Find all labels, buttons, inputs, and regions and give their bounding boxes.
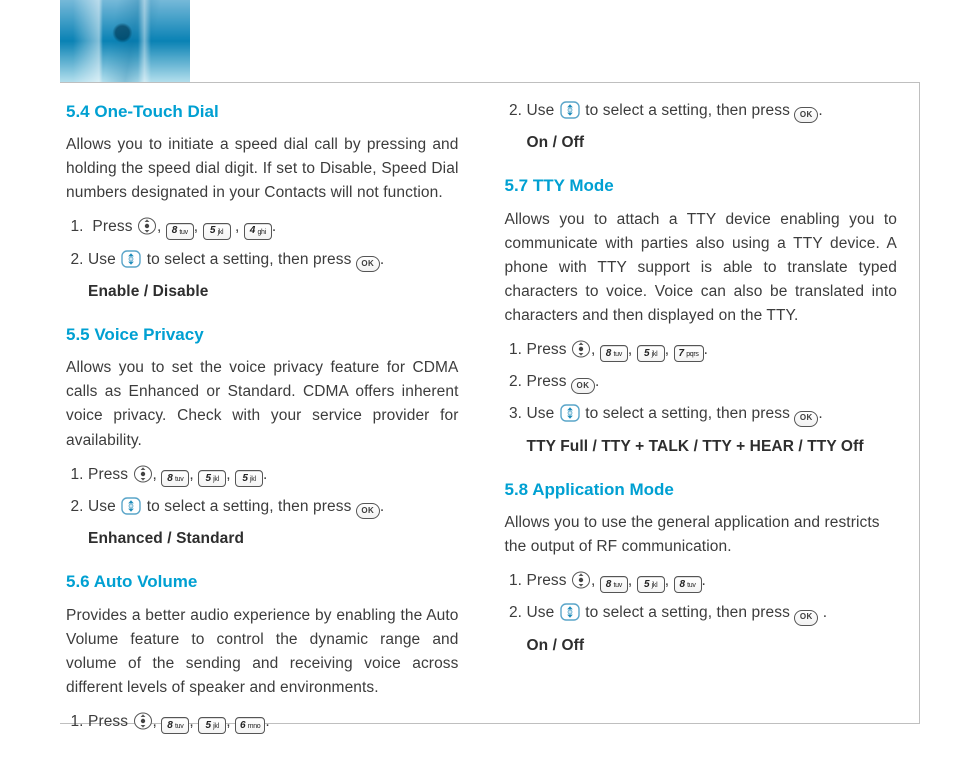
step: Use to select a setting, then press OK. [527,402,898,426]
key-8: 8tuv [161,470,189,487]
steps-auto-volume-part1: Press , 8tuv, 5jkl, 6mno. [66,710,459,735]
nav-key-icon [559,602,581,622]
step: Use to select a setting, then press OK . [527,601,898,625]
step-text: Use [527,405,559,422]
heading-application-mode: 5.8 Application Mode [505,477,898,503]
step-text: . [818,405,822,422]
center-key-icon [571,571,591,589]
ok-key-icon: OK [794,610,818,626]
step-text: Press [88,713,133,730]
step-text: Press [527,572,572,589]
nav-key-icon [559,100,581,120]
key-5: 5jkl [203,223,231,240]
step: Use to select a setting, then press OK. [88,248,459,272]
step-text: . [380,251,384,268]
step: Press , 8tuv, 5jkl , 4ghi. [88,215,459,240]
key-6: 6mno [235,717,265,734]
step-text: Press [88,466,133,483]
key-8: 8tuv [161,717,189,734]
step: Press , 8tuv, 5jkl, 8tuv. [527,569,898,594]
step: Use to select a setting, then press OK. [88,495,459,519]
step-text: to select a setting, then press [147,251,356,268]
step-text: . [823,604,827,621]
step-text: . [595,373,599,390]
step-text: Use [88,251,120,268]
step-text: to select a setting, then press [585,604,794,621]
step-text: Use [88,498,120,515]
right-column: Use to select a setting, then press OK. … [505,93,898,723]
step-text: Press [92,218,137,235]
step-text: Use [527,604,559,621]
options-one-touch-dial: Enable / Disable [66,280,459,304]
steps-tty-mode: Press , 8tuv, 5jkl, 7pqrs. Press OK. Use… [505,338,898,427]
header-photo [60,0,190,82]
key-8: 8tuv [600,576,628,593]
step-text: Use [527,102,559,119]
ok-key-icon: OK [356,256,380,272]
heading-auto-volume: 5.6 Auto Volume [66,569,459,595]
nav-key-icon [559,403,581,423]
center-key-icon [137,217,157,235]
options-tty-mode: TTY Full / TTY + TALK / TTY + HEAR / TTY… [505,435,898,459]
ok-key-icon: OK [794,107,818,123]
options-voice-privacy: Enhanced / Standard [66,527,459,551]
key-8: 8tuv [674,576,702,593]
ok-key-icon: OK [794,411,818,427]
key-8: 8tuv [166,223,194,240]
step-text: Press [527,341,572,358]
step-text: Press [527,373,572,390]
nav-key-icon [120,249,142,269]
step: Use to select a setting, then press OK. [527,99,898,123]
desc-application-mode: Allows you to use the general applicatio… [505,511,898,559]
left-column: 5.4 One-Touch Dial Allows you to initiat… [66,93,459,723]
steps-one-touch-dial: Press , 8tuv, 5jkl , 4ghi. Use to select… [66,215,459,272]
heading-voice-privacy: 5.5 Voice Privacy [66,322,459,348]
steps-voice-privacy: Press , 8tuv, 5jkl, 5jkl. Use to select … [66,463,459,520]
desc-tty-mode: Allows you to attach a TTY device enabli… [505,208,898,328]
key-5: 5jkl [235,470,263,487]
options-auto-volume: On / Off [505,131,898,155]
steps-auto-volume-part2: Use to select a setting, then press OK. [505,99,898,123]
step: Press OK. [527,370,898,394]
key-5: 5jkl [637,345,665,362]
step-text: to select a setting, then press [585,405,794,422]
key-8: 8tuv [600,345,628,362]
step-text: . [818,102,822,119]
center-key-icon [133,465,153,483]
steps-application-mode: Press , 8tuv, 5jkl, 8tuv. Use to select … [505,569,898,626]
ok-key-icon: OK [356,503,380,519]
step: Press , 8tuv, 5jkl, 7pqrs. [527,338,898,363]
key-5: 5jkl [198,717,226,734]
key-4: 4ghi [244,223,272,240]
center-key-icon [133,712,153,730]
key-5: 5jkl [198,470,226,487]
desc-voice-privacy: Allows you to set the voice privacy feat… [66,356,459,452]
center-key-icon [571,340,591,358]
step-text: to select a setting, then press [585,102,794,119]
desc-auto-volume: Provides a better audio experience by en… [66,604,459,700]
page-body: 5.4 One-Touch Dial Allows you to initiat… [60,82,920,724]
heading-one-touch-dial: 5.4 One-Touch Dial [66,99,459,125]
heading-tty-mode: 5.7 TTY Mode [505,173,898,199]
key-7: 7pqrs [674,345,704,362]
desc-one-touch-dial: Allows you to initiate a speed dial call… [66,133,459,205]
nav-key-icon [120,496,142,516]
step: Press , 8tuv, 5jkl, 6mno. [88,710,459,735]
ok-key-icon: OK [571,378,595,394]
step-text: to select a setting, then press [147,498,356,515]
key-5: 5jkl [637,576,665,593]
options-application-mode: On / Off [505,634,898,658]
step: Press , 8tuv, 5jkl, 5jkl. [88,463,459,488]
step-text: . [380,498,384,515]
